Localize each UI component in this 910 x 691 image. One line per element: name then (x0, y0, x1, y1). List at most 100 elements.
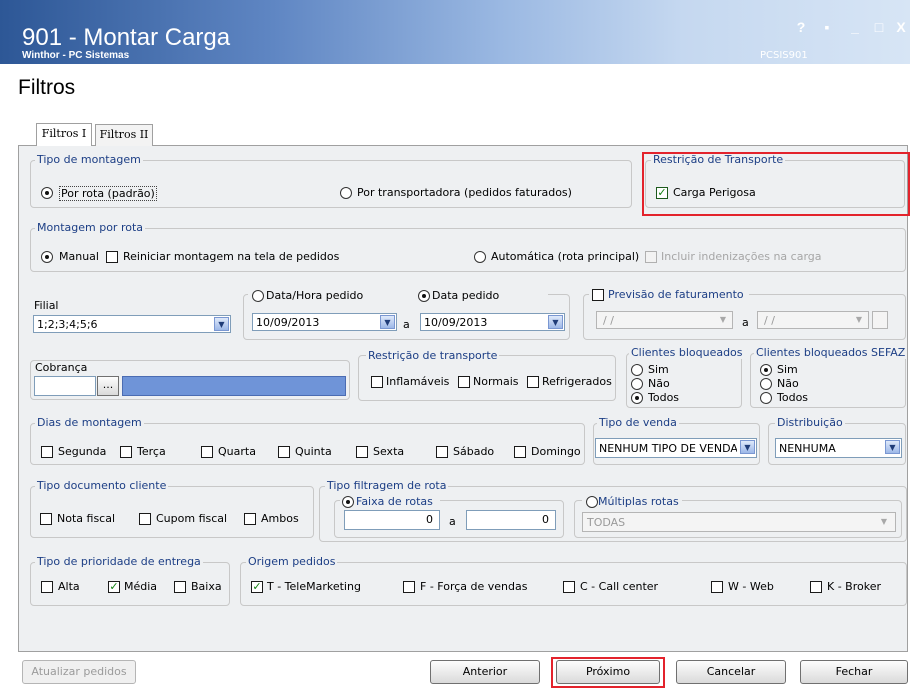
radio-data-pedido[interactable] (418, 290, 430, 302)
checkbox-web[interactable] (711, 581, 723, 593)
label-cupom-fiscal: Cupom fiscal (156, 512, 228, 525)
group-dias (30, 423, 585, 465)
radio-por-transportadora[interactable] (340, 187, 352, 199)
maximize-button[interactable]: □ (870, 18, 888, 36)
radio-automatica[interactable] (474, 251, 486, 263)
label-reiniciar: Reiniciar montagem na tela de pedidos (123, 250, 340, 263)
radio-faixa[interactable] (342, 496, 354, 508)
label-telemarketing: T - TeleMarketing (267, 580, 361, 593)
chevron-down-icon[interactable]: ▼ (885, 440, 900, 454)
label-refrigerados: Refrigerados (542, 375, 612, 388)
previsao-to[interactable]: / / ▼ (757, 311, 869, 329)
calendar-icon[interactable] (872, 311, 888, 329)
checkbox-nota-fiscal[interactable] (40, 513, 52, 525)
date-from[interactable]: 10/09/2013 ▼ (252, 313, 397, 331)
checkbox-quarta[interactable] (201, 446, 213, 458)
checkbox-segunda[interactable] (41, 446, 53, 458)
highlight-restricao (642, 152, 910, 216)
label-bloq-nao: Não (648, 377, 670, 390)
radio-por-rota[interactable] (41, 187, 53, 199)
checkbox-alta[interactable] (41, 581, 53, 593)
label-sefaz-nao: Não (777, 377, 799, 390)
date-to[interactable]: 10/09/2013 ▼ (420, 313, 565, 331)
checkbox-terca[interactable] (120, 446, 132, 458)
checkbox-cupom-fiscal[interactable] (139, 513, 151, 525)
combo-distribuicao[interactable]: NENHUMA ▼ (775, 438, 902, 458)
checkbox-sexta[interactable] (356, 446, 368, 458)
checkbox-telemarketing[interactable]: ✓ (251, 581, 263, 593)
previsao-from[interactable]: / / ▼ (596, 311, 733, 329)
radio-data-hora[interactable] (252, 290, 264, 302)
label-sexta: Sexta (373, 445, 405, 458)
label-cobranca: Cobrança (35, 361, 88, 374)
checkbox-broker[interactable] (810, 581, 822, 593)
radio-sefaz-todos[interactable] (760, 392, 772, 404)
checkbox-reiniciar[interactable] (106, 251, 118, 263)
label-sefaz-todos: Todos (777, 391, 809, 404)
label-nota-fiscal: Nota fiscal (57, 512, 116, 525)
label-faixa: Faixa de rotas (356, 495, 433, 508)
faixa-to-input[interactable]: 0 (466, 510, 556, 530)
combo-filial[interactable]: 1;2;3;4;5;6 ▼ (33, 315, 231, 333)
radio-bloq-nao[interactable] (631, 378, 643, 390)
restore-icon[interactable]: ▪ (818, 18, 836, 36)
group-title: Clientes bloqueados SEFAZ (754, 346, 908, 359)
checkbox-incluir[interactable] (645, 251, 657, 263)
radio-sefaz-sim[interactable] (760, 364, 772, 376)
checkbox-refrigerados[interactable] (527, 376, 539, 388)
cobranca-code-input[interactable] (34, 376, 96, 396)
label-segunda: Segunda (58, 445, 107, 458)
close-button[interactable]: X (892, 18, 910, 36)
checkbox-inflamaveis[interactable] (371, 376, 383, 388)
checkbox-baixa[interactable] (174, 581, 186, 593)
checkbox-normais[interactable] (458, 376, 470, 388)
checkbox-previsao[interactable] (592, 289, 604, 301)
label-incluir: Incluir indenizações na carga (661, 250, 822, 263)
label-forca-vendas: F - Força de vendas (420, 580, 528, 593)
radio-sefaz-nao[interactable] (760, 378, 772, 390)
group-title: Tipo documento cliente (35, 479, 169, 492)
multiplas-value: TODAS (587, 516, 626, 529)
chevron-down-icon[interactable]: ▼ (214, 317, 229, 331)
chevron-down-icon: ▼ (719, 315, 726, 324)
minimize-button[interactable]: _ (846, 18, 864, 36)
radio-manual[interactable] (41, 251, 53, 263)
anterior-button[interactable]: Anterior (430, 660, 540, 684)
tab-filtros-1[interactable]: Filtros I (36, 123, 92, 147)
label-sefaz-sim: Sim (777, 363, 798, 376)
checkbox-quinta[interactable] (278, 446, 290, 458)
label-normais: Normais (473, 375, 519, 388)
filial-value: 1;2;3;4;5;6 (37, 318, 98, 331)
cobranca-lookup-button[interactable]: ... (97, 376, 119, 396)
radio-multiplas[interactable] (586, 496, 598, 508)
help-button[interactable]: ? (792, 18, 810, 36)
combo-multiplas[interactable]: TODAS ▼ (582, 512, 896, 532)
checkbox-call-center[interactable] (563, 581, 575, 593)
group-title: Dias de montagem (35, 416, 144, 429)
label-por-rota: Por rota (padrão) (59, 186, 157, 201)
radio-bloq-todos[interactable] (631, 392, 643, 404)
label-data-hora: Data/Hora pedido (266, 289, 364, 302)
distribuicao-value: NENHUMA (779, 442, 836, 455)
date-from-value: 10/09/2013 (256, 316, 320, 329)
cancelar-button[interactable]: Cancelar (676, 660, 786, 684)
tab-filtros-2[interactable]: Filtros II (95, 124, 153, 146)
atualizar-pedidos-button[interactable]: Atualizar pedidos (22, 660, 136, 684)
group-title: Tipo de venda (597, 416, 679, 429)
label-ambos: Ambos (261, 512, 299, 525)
radio-bloq-sim[interactable] (631, 364, 643, 376)
highlight-proximo (551, 657, 665, 688)
checkbox-domingo[interactable] (514, 446, 526, 458)
chevron-down-icon[interactable]: ▼ (548, 315, 563, 329)
checkbox-sabado[interactable] (436, 446, 448, 458)
checkbox-forca-vendas[interactable] (403, 581, 415, 593)
label-call-center: C - Call center (580, 580, 659, 593)
fechar-button[interactable]: Fechar (800, 660, 908, 684)
checkbox-media[interactable]: ✓ (108, 581, 120, 593)
checkbox-ambos[interactable] (244, 513, 256, 525)
chevron-down-icon[interactable]: ▼ (380, 315, 395, 329)
label-domingo: Domingo (531, 445, 581, 458)
chevron-down-icon[interactable]: ▼ (740, 440, 755, 454)
combo-tipo-venda[interactable]: NENHUM TIPO DE VENDA ▼ (595, 438, 757, 458)
faixa-from-input[interactable]: 0 (344, 510, 440, 530)
